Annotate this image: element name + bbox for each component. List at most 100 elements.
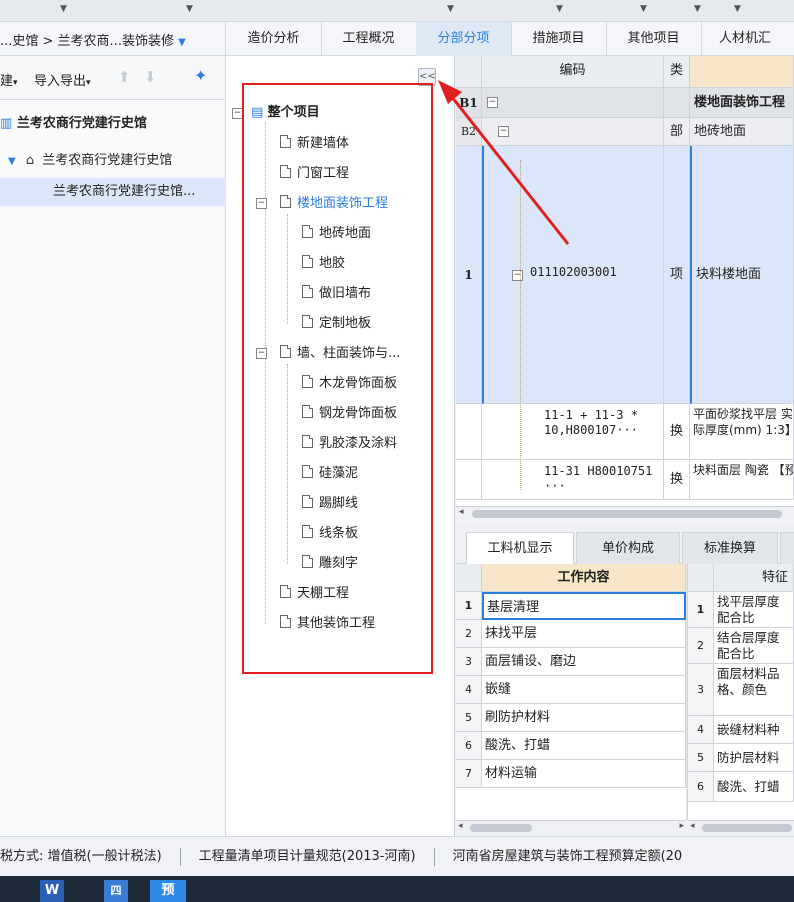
- breadcrumb-text: ...史馆 > 兰考农商...装饰装修: [0, 34, 174, 49]
- row-number: 4: [688, 716, 714, 744]
- table-cell[interactable]: 抹找平层: [482, 620, 686, 648]
- collapse-icon[interactable]: −: [512, 270, 523, 281]
- table-cell[interactable]: 酸洗、打蜡: [714, 772, 794, 802]
- scroll-thumb[interactable]: [472, 510, 782, 518]
- row-number: 3: [688, 664, 714, 716]
- horizontal-scrollbar[interactable]: ◂ ▸: [456, 820, 686, 836]
- scroll-thumb[interactable]: [702, 824, 792, 832]
- table-cell[interactable]: 地砖地面: [690, 118, 794, 146]
- chevron-down-icon[interactable]: ▼: [447, 4, 454, 14]
- table-cell[interactable]: 嵌缝材料种: [714, 716, 794, 744]
- tree-line: [520, 160, 521, 490]
- table-cell[interactable]: −: [482, 88, 664, 118]
- tab-labor-material[interactable]: 人材机汇: [701, 22, 794, 56]
- triangle-down-icon[interactable]: ▼: [178, 37, 186, 48]
- table-cell[interactable]: 基层清理: [482, 592, 686, 620]
- row-number: [456, 404, 482, 460]
- scroll-thumb[interactable]: [470, 824, 532, 832]
- left-toolbar: 建▾ 导入导出▾ ⬆ ⬇ ✦: [0, 56, 226, 100]
- chevron-down-icon[interactable]: ▼: [640, 4, 647, 14]
- tab-other-items[interactable]: 其他项目: [606, 22, 702, 56]
- chevron-down-icon: ▾: [86, 78, 91, 88]
- import-export-button[interactable]: 导入导出▾: [34, 70, 91, 89]
- detail-grids: 工作内容 特征 1 基层清理 2 抹找平层 3 面层铺设、磨边 4 嵌缝 5 刷防护材料 6 酸洗、打…: [456, 564, 794, 820]
- grid-corner: [456, 56, 482, 88]
- main-tabs: 造价分析 工程概况 分部分项 措施项目 其他项目 人材机汇: [226, 22, 794, 56]
- table-cell[interactable]: 酸洗、打蜡: [482, 732, 686, 760]
- tab-measures[interactable]: 措施项目: [511, 22, 607, 56]
- tab-cost-analysis[interactable]: 造价分析: [226, 22, 322, 56]
- table-cell[interactable]: 平面砂浆找平层 实际厚度(mm) 1:3】: [690, 404, 794, 460]
- row-number: 1: [456, 592, 482, 620]
- pin-icon[interactable]: ✦: [194, 66, 207, 85]
- chevron-down-icon[interactable]: ▼: [186, 4, 193, 14]
- status-quota: 河南省房屋建筑与装饰工程预算定额(20: [452, 849, 683, 864]
- column-header-work[interactable]: 工作内容: [482, 564, 686, 592]
- building-icon: ▥: [0, 116, 13, 131]
- table-cell[interactable]: − 011102003001: [482, 146, 664, 404]
- table-cell[interactable]: 楼地面装饰工程: [690, 88, 794, 118]
- triangle-down-icon[interactable]: ▼: [8, 156, 16, 167]
- table-cell[interactable]: 11-31 H80010751 ···: [482, 460, 664, 500]
- arrow-left-icon[interactable]: ◂: [459, 507, 464, 517]
- column-header-type[interactable]: 类别: [664, 56, 690, 88]
- chevron-down-icon[interactable]: ▼: [556, 4, 563, 14]
- tree-item-project[interactable]: ▥ 兰考农商行党建行史馆: [0, 110, 147, 138]
- status-bar: 税方式: 增值税(一般计税法) 工程量清单项目计量规范(2013-河南) 河南省房屋…: [0, 836, 794, 876]
- grid-corner: [456, 564, 482, 592]
- arrow-right-icon[interactable]: ▸: [679, 821, 684, 831]
- row-number: 1: [456, 146, 482, 404]
- home-icon: ⌂: [25, 153, 35, 168]
- table-cell[interactable]: 项: [664, 146, 690, 404]
- budget-app-icon[interactable]: 预: [150, 880, 186, 902]
- horizontal-scrollbar[interactable]: ◂: [456, 506, 794, 520]
- arrow-left-icon[interactable]: ◂: [458, 821, 463, 831]
- new-button[interactable]: 建▾: [0, 70, 18, 89]
- table-cell[interactable]: 块料面层 陶瓷 【预拌水泥砂浆: [690, 460, 794, 500]
- row-number: 1: [688, 592, 714, 628]
- table-cell[interactable]: 换: [664, 404, 690, 460]
- tab-material-display[interactable]: 工料机显示: [466, 532, 574, 565]
- chevron-down-icon[interactable]: ▼: [734, 4, 741, 14]
- tab-sections[interactable]: 分部分项: [416, 22, 512, 56]
- arrow-left-icon[interactable]: ◂: [690, 821, 695, 831]
- app-icon[interactable]: 四: [104, 880, 128, 902]
- tree-item-unit[interactable]: ▼ ⌂ 兰考农商行党建行史馆: [8, 147, 172, 175]
- chevron-down-icon[interactable]: ▼: [694, 4, 701, 14]
- chevron-down-icon: ▾: [13, 78, 18, 88]
- tab-unit-price[interactable]: 单价构成: [576, 532, 680, 565]
- chevron-down-icon[interactable]: ▼: [60, 4, 67, 14]
- table-cell[interactable]: 面层材料品 格、颜色: [714, 664, 794, 716]
- tree-item-selected[interactable]: 兰考农商行党建行史馆...: [0, 178, 226, 206]
- table-cell[interactable]: 嵌缝: [482, 676, 686, 704]
- column-header-feature[interactable]: 特征: [714, 564, 794, 592]
- table-cell[interactable]: 刷防护材料: [482, 704, 686, 732]
- table-cell[interactable]: 面层铺设、磨边: [482, 648, 686, 676]
- collapse-icon[interactable]: −: [487, 97, 498, 108]
- table-cell[interactable]: 11-1 + 11-3 * 10,H800107···: [482, 404, 664, 460]
- table-cell[interactable]: 材料运输: [482, 760, 686, 788]
- table-cell[interactable]: 找平层厚度 配合比: [714, 592, 794, 628]
- word-icon[interactable]: W: [40, 880, 64, 902]
- table-cell[interactable]: 防护层材料: [714, 744, 794, 772]
- horizontal-scrollbar[interactable]: ◂: [688, 820, 794, 836]
- arrow-down-icon[interactable]: ⬇: [144, 68, 157, 86]
- table-cell[interactable]: 换: [664, 460, 690, 500]
- breadcrumb[interactable]: ...史馆 > 兰考农商...装饰装修 ▼: [0, 22, 226, 56]
- arrow-up-icon[interactable]: ⬆: [118, 68, 131, 86]
- column-header-code[interactable]: 编码: [482, 56, 664, 88]
- table-cell[interactable]: −: [482, 118, 664, 146]
- row-number: B1: [456, 88, 482, 118]
- bill-grid: 编码 类别 B1 − 楼地面装饰工程 B2 − 部 地砖地面 1 − 01110…: [456, 56, 794, 506]
- tab-standard-conversion[interactable]: 标准换算: [682, 532, 778, 565]
- table-cell[interactable]: 块料楼地面: [690, 146, 794, 404]
- collapse-icon[interactable]: −: [498, 126, 509, 137]
- tab-more[interactable]: [780, 532, 794, 565]
- column-header-name[interactable]: [690, 56, 794, 88]
- tab-project-overview[interactable]: 工程概况: [321, 22, 417, 56]
- table-cell[interactable]: [664, 88, 690, 118]
- row-number: 7: [456, 760, 482, 788]
- table-cell[interactable]: 结合层厚度 配合比: [714, 628, 794, 664]
- table-cell[interactable]: 部: [664, 118, 690, 146]
- status-spec: 工程量清单项目计量规范(2013-河南): [198, 849, 416, 864]
